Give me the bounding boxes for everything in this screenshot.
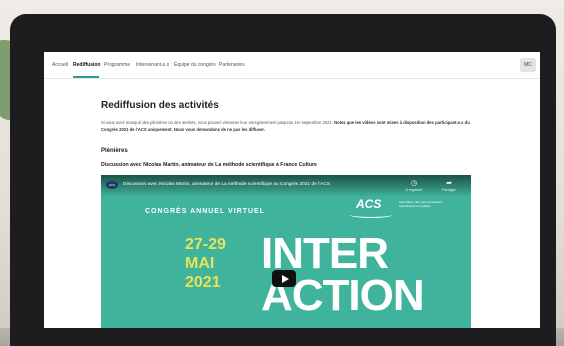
nav-item-equipe[interactable]: Équipe du congrès — [174, 62, 216, 68]
section-heading: Plénières — [101, 148, 128, 154]
org-subtitle: association des communicateurs scientifi… — [399, 200, 443, 208]
org-logo-arc — [349, 211, 393, 218]
nav-item-programme[interactable]: Programme — [104, 62, 130, 68]
dates-month: MAI — [185, 255, 215, 272]
banner-text: CONGRÈS ANNUEL VIRTUEL — [145, 208, 266, 215]
play-button[interactable] — [272, 270, 296, 287]
wordmark-line-1: INTER — [261, 229, 389, 278]
nav-item-accueil[interactable]: Accueil — [52, 62, 68, 68]
nav-item-rediffusion[interactable]: Rediffusion — [73, 62, 101, 68]
browser-screen: Accueil Rediffusion Programme Intervenan… — [44, 52, 540, 328]
video-title[interactable]: Discussion avec Nicolas Martin, animateu… — [123, 182, 330, 187]
share-label: Partager — [442, 188, 456, 192]
video-player[interactable]: ACS Discussion avec Nicolas Martin, anim… — [101, 175, 471, 328]
share-button[interactable]: ➦ Partager — [439, 180, 459, 192]
org-logo-text: ACS — [356, 197, 382, 211]
channel-logo[interactable]: ACS — [106, 181, 118, 189]
dates-days: 27-29 — [185, 236, 226, 253]
monitor: Accueil Rediffusion Programme Intervenan… — [10, 14, 556, 346]
play-icon — [281, 274, 289, 283]
user-avatar[interactable]: MC — [520, 58, 536, 72]
event-dates: 27-29 MAI 2021 — [185, 235, 226, 292]
talk-title: Discussion avec Nicolas Martin, animateu… — [101, 162, 317, 168]
active-tab-indicator — [73, 76, 99, 78]
page-title: Rediffusion des activités — [101, 100, 219, 111]
clock-icon: ◷ — [410, 180, 418, 187]
top-nav: Accueil Rediffusion Programme Intervenan… — [44, 52, 540, 79]
dates-year: 2021 — [185, 274, 221, 291]
nav-item-partenaires[interactable]: Partenaires — [219, 62, 245, 68]
share-icon: ➦ — [446, 180, 452, 187]
nav-item-intervenants[interactable]: Intervenant.e.s — [136, 62, 169, 68]
intro-text: Si vous avez manqué des plénières ou des… — [101, 120, 471, 133]
watch-later-label: À regarder — [405, 188, 423, 192]
watch-later-button[interactable]: ◷ À regarder — [404, 180, 424, 192]
intro-plain: Si vous avez manqué des plénières ou des… — [101, 120, 333, 125]
